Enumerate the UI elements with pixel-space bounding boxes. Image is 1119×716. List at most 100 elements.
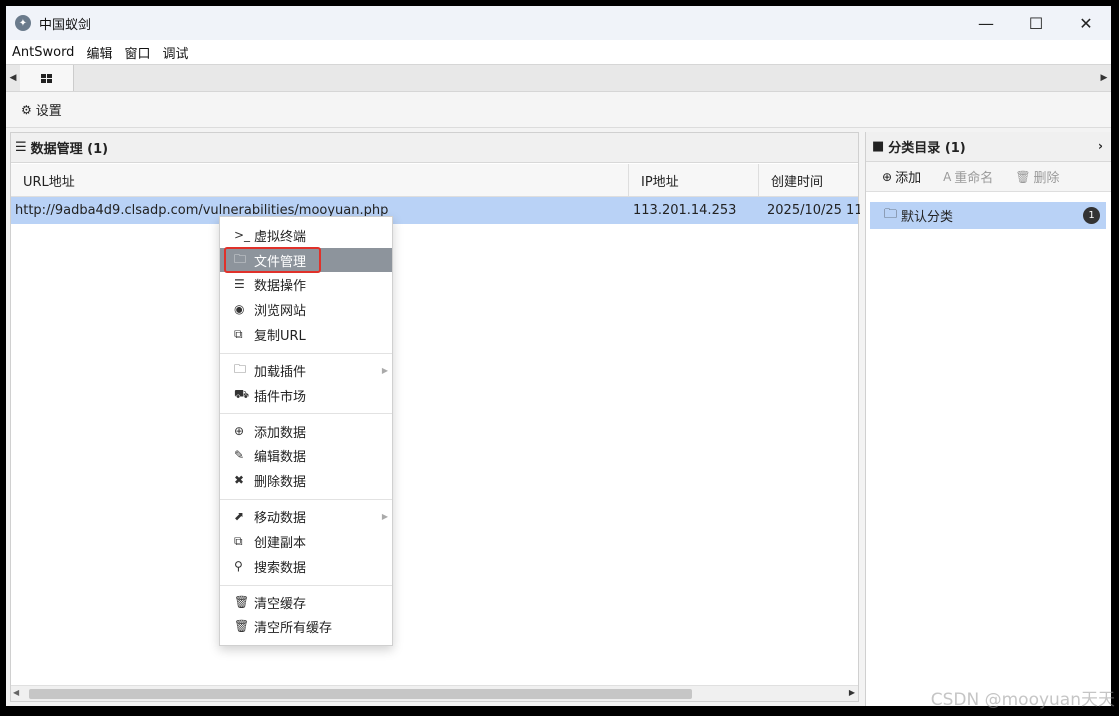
chrome-icon: ◉ — [234, 302, 245, 316]
category-panel-title: 分类目录 (1) — [888, 141, 966, 156]
menu-item-virtual-terminal[interactable]: >_ 虚拟终端 — [220, 223, 392, 247]
menu-item-search-data[interactable]: ⚲ 搜索数据 — [220, 554, 392, 578]
add-category-button[interactable]: ⊕ 添加 — [882, 167, 922, 187]
table-header: URL地址 IP地址 创建时间 — [11, 164, 858, 197]
menu-item-clear-cache[interactable]: 🗑 清空缓存 — [220, 590, 392, 614]
menu-antsword[interactable]: AntSword — [6, 45, 80, 60]
menu-item-label: 插件市场 — [254, 389, 307, 405]
tab-strip: ◀ ▶ — [6, 64, 1111, 92]
title-bar: ✦ 中国蚁剑 — ☐ ✕ — [6, 6, 1111, 40]
close-button[interactable]: ✕ — [1061, 6, 1111, 40]
category-toolbar: ⊕ 添加 A 重命名 🗑 删除 — [866, 162, 1111, 192]
menu-item-move-data[interactable]: ⬈ 移动数据 ▶ — [220, 504, 392, 528]
menu-item-label: 清空缓存 — [254, 596, 307, 612]
times-icon: ✖ — [234, 473, 245, 487]
add-category-label: 添加 — [895, 171, 922, 186]
menu-item-add-data[interactable]: ⊕ 添加数据 — [220, 419, 392, 443]
plus-circle-icon: ⊕ — [882, 169, 893, 184]
menu-item-label: 虚拟终端 — [254, 229, 307, 245]
minimize-button[interactable]: — — [961, 6, 1011, 40]
gear-icon: ⚙ — [21, 102, 32, 117]
menu-separator — [220, 353, 392, 354]
tab-scroll-right-icon[interactable]: ▶ — [1097, 65, 1111, 91]
category-panel-header: ■ 分类目录 (1) — [866, 132, 1111, 162]
menu-item-label: 数据操作 — [254, 278, 307, 294]
watermark: CSDN @mooyuan天天 — [930, 690, 1115, 710]
menu-item-label: 清空所有缓存 — [254, 620, 333, 636]
menu-edit[interactable]: 编辑 — [80, 43, 118, 62]
data-management-panel: ☰ 数据管理 (1) URL地址 IP地址 创建时间 http://9adba4… — [10, 132, 860, 702]
menu-item-load-plugin[interactable]: 🗀 加载插件 ▶ — [220, 358, 392, 382]
trash-icon: 🗑 — [234, 619, 250, 633]
window-title: 中国蚁剑 — [39, 17, 92, 33]
menu-item-data-operation[interactable]: ☰ 数据操作 — [220, 272, 392, 296]
column-header-created[interactable]: 创建时间 — [758, 164, 860, 197]
delete-category-button[interactable]: 🗑 删除 — [1015, 167, 1059, 187]
cart-icon: ⛟ — [234, 387, 250, 401]
folder-solid-icon: ■ — [872, 139, 885, 154]
menu-item-label: 加载插件 — [254, 364, 307, 380]
column-header-ip[interactable]: IP地址 — [628, 164, 758, 197]
scrollbar-thumb[interactable] — [29, 689, 692, 699]
grid-icon — [41, 73, 52, 83]
menu-item-label: 搜索数据 — [254, 560, 307, 576]
menu-item-label: 浏览网站 — [254, 303, 307, 319]
menu-item-clear-all-cache[interactable]: 🗑 清空所有缓存 — [220, 614, 392, 638]
category-name: 默认分类 — [901, 210, 954, 225]
edit-icon: ✎ — [234, 448, 245, 462]
menu-separator — [220, 499, 392, 500]
horizontal-scrollbar[interactable]: ◀ ▶ — [11, 685, 858, 701]
trash-icon: 🗑 — [1015, 169, 1031, 184]
panel-title: 数据管理 (1) — [30, 142, 109, 157]
submenu-arrow-icon: ▶ — [381, 365, 388, 375]
menu-item-label: 删除数据 — [254, 474, 307, 490]
category-item[interactable]: 🗀 默认分类 1 — [870, 202, 1106, 229]
maximize-button[interactable]: ☐ — [1011, 6, 1061, 40]
menu-item-label: 复制URL — [254, 328, 306, 344]
app-window: ✦ 中国蚁剑 — ☐ ✕ AntSword 编辑 窗口 调试 ◀ ▶ ⚙ 设置 … — [6, 6, 1111, 706]
toolbar: ⚙ 设置 — [6, 92, 1111, 128]
tab-home[interactable] — [20, 65, 74, 91]
menu-item-delete-data[interactable]: ✖ 删除数据 — [220, 468, 392, 492]
trash-outline-icon: 🗑 — [234, 595, 250, 609]
folder-icon: 🗀 — [884, 206, 898, 222]
rename-category-button[interactable]: A 重命名 — [943, 167, 993, 187]
menu-item-label: 编辑数据 — [254, 449, 307, 465]
window-controls: — ☐ ✕ — [961, 6, 1111, 40]
share-icon: ⬈ — [234, 509, 245, 523]
menu-window[interactable]: 窗口 — [118, 43, 156, 62]
scroll-right-icon[interactable]: ▶ — [849, 688, 855, 697]
menu-item-plugin-market[interactable]: ⛟ 插件市场 — [220, 383, 392, 407]
font-icon: A — [943, 169, 952, 184]
table-row[interactable]: http://9adba4d9.clsadp.com/vulnerabiliti… — [11, 197, 860, 224]
menu-item-label: 移动数据 — [254, 510, 307, 526]
highlight-box — [224, 247, 321, 273]
search-icon: ⚲ — [234, 559, 243, 573]
panel-header: ☰ 数据管理 (1) — [11, 133, 858, 163]
chevron-right-icon[interactable]: › — [1098, 139, 1103, 153]
menu-item-edit-data[interactable]: ✎ 编辑数据 — [220, 443, 392, 467]
copy-icon: ⧉ — [234, 533, 243, 548]
plus-circle-icon: ⊕ — [234, 424, 245, 438]
menu-separator — [220, 413, 392, 414]
menu-item-browse-site[interactable]: ◉ 浏览网站 — [220, 297, 392, 321]
settings-label: 设置 — [35, 104, 62, 119]
menu-item-label: 添加数据 — [254, 425, 307, 441]
tab-scroll-left-icon[interactable]: ◀ — [6, 65, 20, 91]
copy-icon: ⧉ — [234, 326, 243, 341]
cell-ip: 113.201.14.253 — [633, 203, 737, 218]
menu-debug[interactable]: 调试 — [156, 43, 194, 62]
menu-item-create-copy[interactable]: ⧉ 创建副本 — [220, 529, 392, 553]
menu-item-copy-url[interactable]: ⧉ 复制URL — [220, 322, 392, 346]
category-panel: ■ 分类目录 (1) › ⊕ 添加 A 重命名 🗑 删除 🗀 默认分类 1 — [865, 132, 1111, 706]
cell-created: 2025/10/25 11: — [767, 203, 860, 218]
category-count-badge: 1 — [1083, 207, 1100, 224]
menu-bar: AntSword 编辑 窗口 调试 — [6, 40, 1111, 64]
menu-separator — [220, 585, 392, 586]
column-header-url[interactable]: URL地址 — [11, 164, 629, 197]
terminal-icon: >_ — [234, 228, 251, 242]
settings-button[interactable]: ⚙ 设置 — [21, 100, 62, 120]
menu-item-label: 创建副本 — [254, 535, 307, 551]
folder-icon: 🗀 — [234, 361, 247, 376]
scroll-left-icon[interactable]: ◀ — [13, 688, 19, 697]
